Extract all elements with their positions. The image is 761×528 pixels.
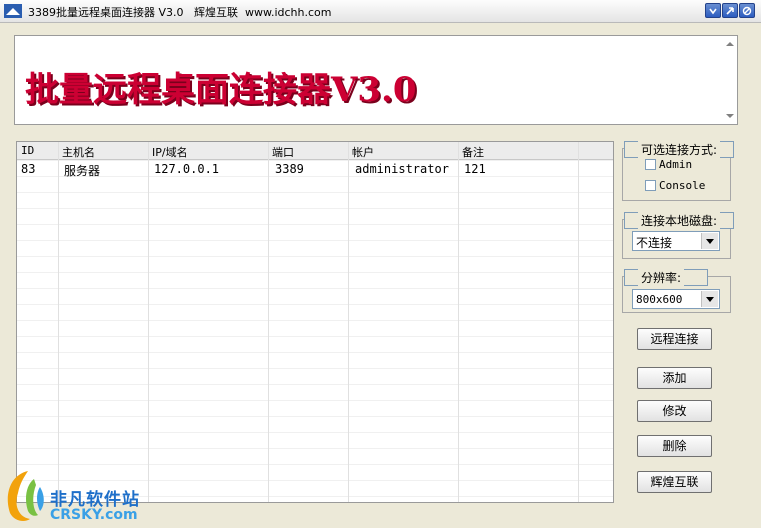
minimize-button[interactable]: [705, 3, 721, 18]
window-title: 3389批量远程桌面连接器 V3.0 辉煌互联 www.idchh.com: [28, 6, 332, 19]
maximize-button[interactable]: [722, 3, 738, 18]
column-header-host[interactable]: 主机名: [62, 144, 95, 160]
console-checkbox[interactable]: Console: [645, 179, 705, 192]
scroll-up-icon[interactable]: [726, 42, 734, 46]
local-disk-value: 不连接: [636, 236, 673, 250]
admin-checkbox[interactable]: Admin: [645, 158, 692, 171]
column-divider: [348, 142, 349, 502]
console-checkbox-label: Console: [659, 179, 706, 192]
resolution-value: 800x600: [636, 293, 683, 306]
add-button[interactable]: 添加: [637, 367, 712, 389]
close-button[interactable]: [739, 3, 755, 18]
table-header: [17, 142, 613, 160]
cell-port: 3389: [275, 162, 304, 176]
column-divider: [268, 142, 269, 502]
chevron-down-icon[interactable]: [701, 291, 718, 307]
watermark: 非凡软件站 CRSKY.com: [0, 465, 160, 527]
banner-scrollbar[interactable]: [725, 38, 735, 122]
column-header-ip[interactable]: IP/域名: [152, 144, 188, 160]
local-disk-legend: 连接本地磁盘:: [638, 212, 721, 229]
cell-ip: 127.0.0.1: [154, 162, 220, 176]
column-divider: [578, 142, 579, 502]
watermark-logo-icon: [7, 471, 44, 521]
column-header-id[interactable]: ID: [21, 144, 34, 157]
admin-checkbox-label: Admin: [659, 158, 693, 171]
huihuang-button[interactable]: 辉煌互联: [637, 471, 712, 493]
column-header-port[interactable]: 端口: [272, 144, 294, 160]
cell-account: administrator: [355, 162, 449, 176]
app-icon: [4, 4, 22, 18]
host-table[interactable]: ID 主机名 IP/域名 端口 帐户 备注 83 服务器 127.0.0.1 3…: [16, 141, 614, 503]
cell-note: 121: [464, 162, 486, 176]
checkbox-icon[interactable]: [645, 159, 656, 170]
column-divider: [148, 142, 149, 502]
resolution-legend: 分辨率:: [638, 269, 685, 286]
column-header-account[interactable]: 帐户: [352, 144, 374, 160]
cell-id: 83: [21, 162, 36, 176]
watermark-line2: CRSKY.com: [50, 507, 138, 523]
modify-button[interactable]: 修改: [637, 400, 712, 422]
column-divider: [458, 142, 459, 502]
window-controls: [705, 3, 755, 18]
column-header-note[interactable]: 备注: [462, 144, 484, 160]
checkbox-icon[interactable]: [645, 180, 656, 191]
scroll-down-icon[interactable]: [726, 114, 734, 118]
cell-host: 服务器: [64, 164, 101, 178]
remote-connect-button[interactable]: 远程连接: [637, 328, 712, 350]
title-bar: 3389批量远程桌面连接器 V3.0 辉煌互联 www.idchh.com: [0, 0, 761, 23]
local-disk-select[interactable]: 不连接: [632, 231, 720, 251]
chevron-down-icon[interactable]: [701, 233, 718, 249]
banner-panel: 批量远程桌面连接器V3.0: [14, 35, 738, 125]
resolution-select[interactable]: 800x600: [632, 289, 720, 309]
column-divider: [58, 142, 59, 502]
connect-mode-legend: 可选连接方式:: [638, 141, 721, 158]
banner-title: 批量远程桌面连接器V3.0: [25, 70, 417, 110]
delete-button[interactable]: 删除: [637, 435, 712, 457]
